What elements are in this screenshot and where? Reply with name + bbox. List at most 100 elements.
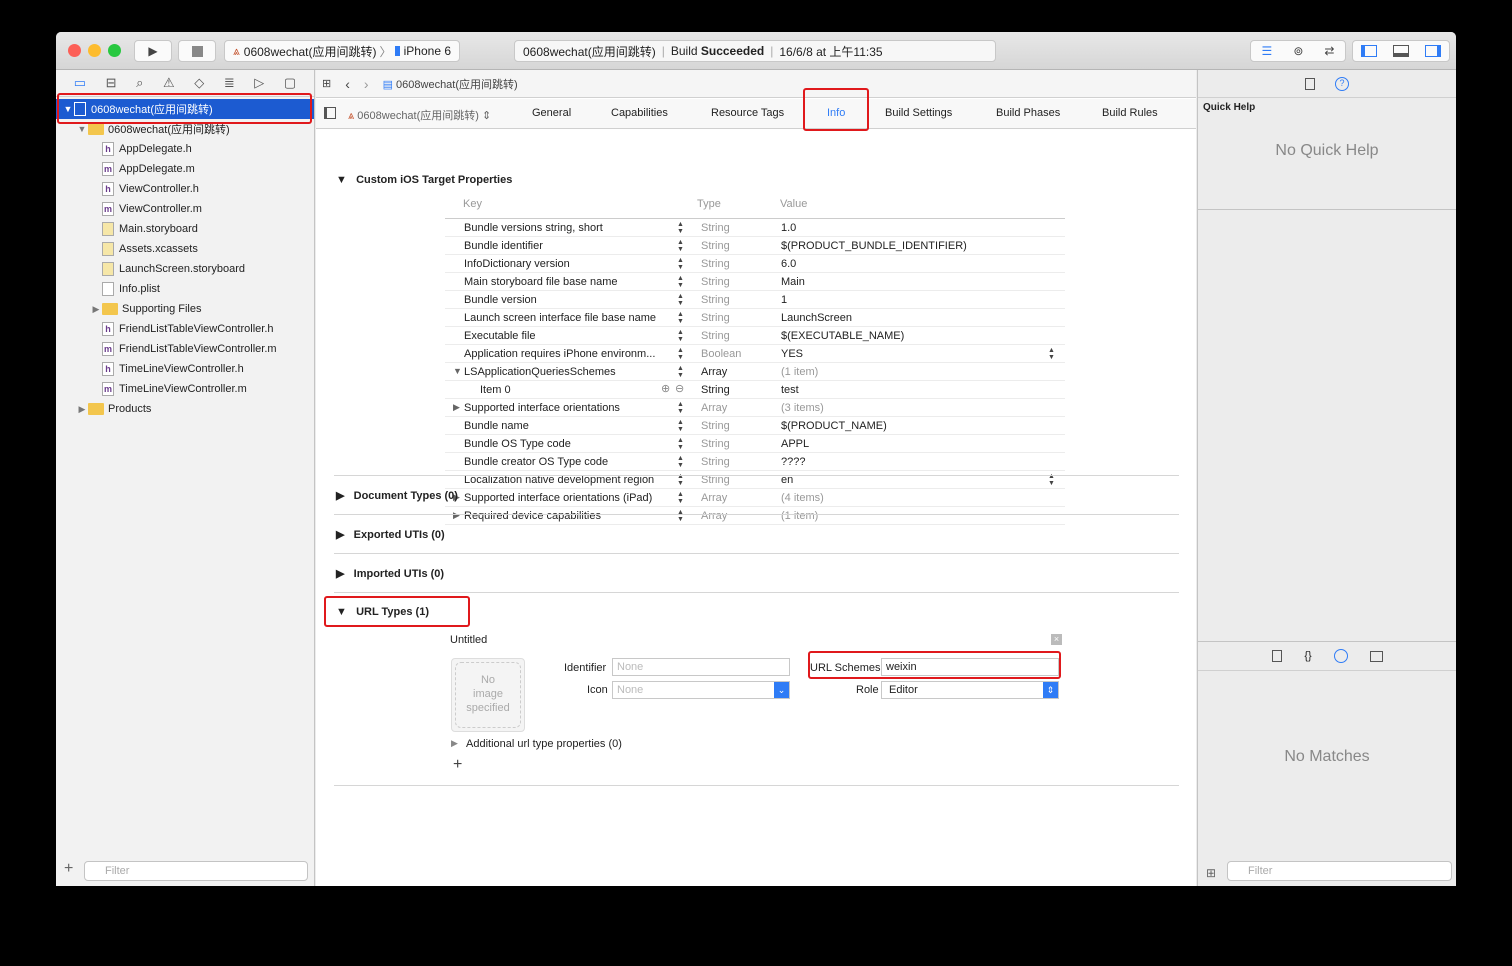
tree-item[interactable]: Info.plist (56, 279, 314, 299)
tab-resource-tags[interactable]: Resource Tags (711, 107, 784, 119)
plist-row[interactable]: Bundle OS Type code ▲ ▼ String APPL (445, 435, 1065, 453)
tree-item[interactable]: h AppDelegate.h (56, 139, 314, 159)
disclosure-icon[interactable]: ▶ (76, 404, 88, 415)
plist-key[interactable]: InfoDictionary version (464, 258, 570, 270)
url-type-name[interactable]: Untitled (450, 634, 487, 646)
quick-help-icon[interactable]: ? (1335, 76, 1349, 91)
plist-type[interactable]: String (701, 222, 730, 234)
tree-item[interactable]: m TimeLineViewController.m (56, 379, 314, 399)
plist-value[interactable]: APPL (781, 438, 809, 450)
stepper-icon[interactable]: ▲ ▼ (677, 347, 684, 361)
code-snippet-icon[interactable]: {} (1304, 650, 1311, 662)
plist-value[interactable]: (4 items) (781, 492, 824, 504)
plist-row[interactable]: ▼ LSApplicationQueriesSchemes ▲ ▼ Array (1 it… (445, 363, 1065, 381)
plist-row[interactable]: ▶ Supported interface orientations (iPad)… (445, 489, 1065, 507)
identifier-input[interactable]: None (612, 658, 790, 676)
disclosure-icon[interactable]: ▶ (453, 402, 460, 413)
tree-item[interactable]: ▶ Supporting Files (56, 299, 314, 319)
breakpoint-icon[interactable]: ▷ (254, 75, 264, 91)
plist-type[interactable]: String (701, 438, 730, 450)
plist-type[interactable]: String (701, 294, 730, 306)
plist-row[interactable]: Main storyboard file base name ▲ ▼ String Ma… (445, 273, 1065, 291)
plist-type[interactable]: String (701, 330, 730, 342)
stepper-icon[interactable]: ▲ ▼ (677, 455, 684, 469)
tree-item[interactable]: h FriendListTableViewController.h (56, 319, 314, 339)
back-icon[interactable]: ‹ (345, 76, 350, 92)
stepper-icon[interactable]: ▲ ▼ (677, 365, 684, 379)
disclosure-icon[interactable]: ▶ (90, 304, 102, 315)
plist-row[interactable]: ▶ Required device capabilities ▲ ▼ Array (1 i… (445, 507, 1065, 525)
plist-value[interactable]: Main (781, 276, 805, 288)
plist-type[interactable]: String (701, 384, 730, 396)
stepper-icon[interactable]: ▲ ▼ (677, 509, 684, 523)
plist-value[interactable]: (3 items) (781, 402, 824, 414)
stepper-icon[interactable]: ▲ ▼ (677, 491, 684, 505)
debug-toggle-icon[interactable] (1393, 45, 1409, 57)
plist-type[interactable]: String (701, 258, 730, 270)
plist-type[interactable]: Boolean (701, 348, 741, 360)
plist-row[interactable]: Bundle versions string, short ▲ ▼ String 1.0 (445, 219, 1065, 237)
plist-row[interactable]: Item 0 ⊕ ⊖ String test (445, 381, 1065, 399)
tree-item[interactable]: Assets.xcassets (56, 239, 314, 259)
grid-view-icon[interactable]: ⊞ (1206, 866, 1216, 880)
plist-value[interactable]: 1 (781, 294, 787, 306)
plist-type[interactable]: Array (701, 510, 727, 522)
add-item-icon[interactable]: ⊕ (661, 382, 670, 395)
add-url-type-button[interactable]: + (453, 756, 462, 774)
hierarchy-icon[interactable]: ⊟ (106, 75, 117, 91)
debug-icon[interactable]: ≣ (224, 75, 235, 91)
stepper-icon[interactable]: ▲ ▼ (677, 329, 684, 343)
stepper-icon[interactable]: ▲ ▼ (677, 311, 684, 325)
plist-value[interactable]: $(PRODUCT_BUNDLE_IDENTIFIER) (781, 240, 967, 252)
tree-item[interactable]: m FriendListTableViewController.m (56, 339, 314, 359)
version-editor-icon[interactable]: ⇄ (1324, 44, 1334, 58)
plist-key[interactable]: Bundle creator OS Type code (464, 456, 608, 468)
tree-item[interactable]: Main.storyboard (56, 219, 314, 239)
folder-icon[interactable]: ▭ (74, 75, 86, 91)
tree-item[interactable]: h TimeLineViewController.h (56, 359, 314, 379)
plist-key[interactable]: LSApplicationQueriesSchemes (464, 366, 616, 378)
plist-row[interactable]: Bundle creator OS Type code ▲ ▼ String???? (445, 453, 1065, 471)
scheme-selector[interactable]: ⩓ 0608wechat(应用间跳转) 〉 iPhone 6 (224, 40, 460, 62)
warning-icon[interactable]: ⚠ (163, 75, 175, 91)
section-document-types[interactable]: ▶ Document Types (0) (336, 489, 458, 502)
plist-row[interactable]: Application requires iPhone environm... ▲… (445, 345, 1065, 363)
plist-key[interactable]: Bundle OS Type code (464, 438, 571, 450)
tab-capabilities[interactable]: Capabilities (611, 107, 668, 119)
disclosure-icon[interactable]: ▼ (76, 124, 88, 134)
disclosure-icon[interactable]: ▶ (453, 510, 460, 521)
library-filter-input[interactable]: Filter (1227, 861, 1452, 881)
plist-value[interactable]: YES (781, 348, 803, 360)
tree-item[interactable]: ▶ Products (56, 399, 314, 419)
section-exported-utis[interactable]: ▶ Exported UTIs (0) (336, 528, 445, 541)
stepper-icon[interactable]: ▲ ▼ (677, 275, 684, 289)
add-file-button[interactable]: + (64, 860, 73, 878)
plist-row[interactable]: InfoDictionary version ▲ ▼ String 6.0 (445, 255, 1065, 273)
search-icon[interactable]: ⌕ (136, 75, 143, 91)
plist-row[interactable]: Bundle identifier ▲ ▼ String $(PRODUCT_BUNDL… (445, 237, 1065, 255)
forward-icon[interactable]: › (364, 76, 369, 92)
stepper-icon[interactable]: ▲ ▼ (677, 239, 684, 253)
icon-select[interactable]: None ⌄ (612, 681, 790, 699)
plist-value[interactable]: 6.0 (781, 258, 796, 270)
tree-item[interactable]: m AppDelegate.m (56, 159, 314, 179)
stepper-icon[interactable]: ▲ ▼ (677, 401, 684, 415)
plist-value[interactable]: $(EXECUTABLE_NAME) (781, 330, 904, 342)
breadcrumb[interactable]: ▤ 0608wechat(应用间跳转) (383, 76, 518, 92)
report-icon[interactable]: ▢ (284, 75, 296, 91)
popup-chevron-icon[interactable]: ▲ ▼ (1048, 347, 1055, 361)
media-library-icon[interactable] (1369, 650, 1383, 662)
plist-key[interactable]: Item 0 (480, 384, 511, 396)
test-icon[interactable]: ◇ (194, 75, 204, 91)
remove-item-icon[interactable]: ⊖ (675, 382, 684, 395)
plist-type[interactable]: String (701, 312, 730, 324)
tree-item[interactable]: LaunchScreen.storyboard (56, 259, 314, 279)
stop-button[interactable] (178, 40, 216, 62)
plist-key[interactable]: Executable file (464, 330, 536, 342)
disclosure-icon[interactable]: ▶ (451, 738, 458, 749)
plist-row[interactable]: Bundle name ▲ ▼ String $(PRODUCT_NAME) (445, 417, 1065, 435)
role-select[interactable]: Editor ⇕ (881, 681, 1059, 699)
plist-value[interactable]: 1.0 (781, 222, 796, 234)
navigator-toggle-icon[interactable] (1361, 45, 1377, 57)
plist-key[interactable]: Required device capabilities (464, 510, 601, 522)
